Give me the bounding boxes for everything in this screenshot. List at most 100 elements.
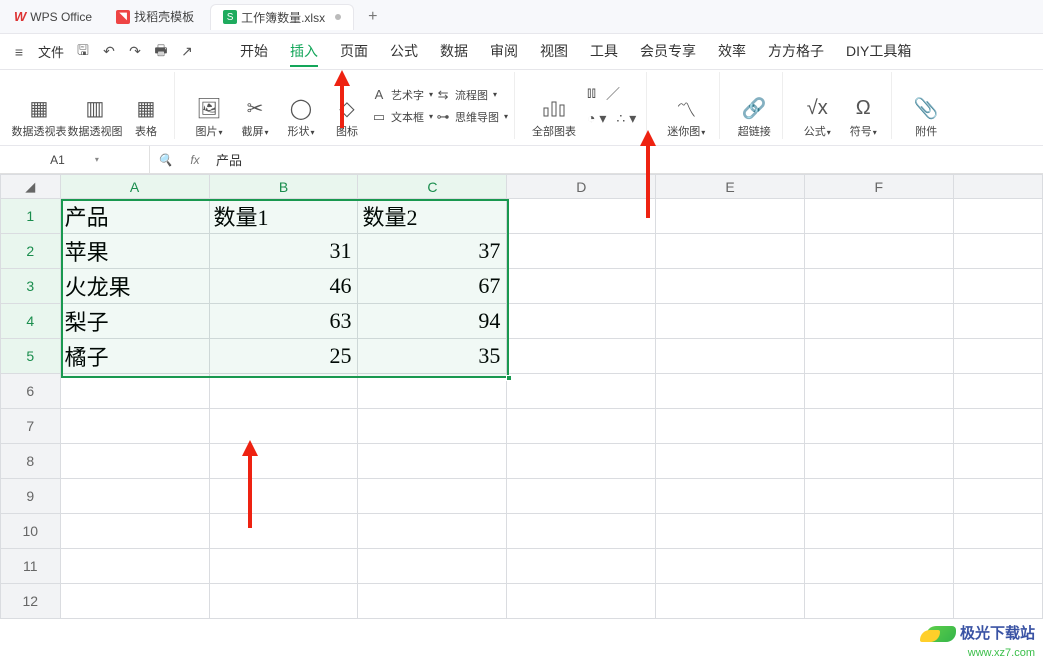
- cell[interactable]: [656, 549, 805, 584]
- pivot-chart-button[interactable]: ▥ 数据透视图: [68, 96, 122, 139]
- cell[interactable]: [804, 199, 953, 234]
- row-header-2[interactable]: 2: [1, 234, 61, 269]
- cell[interactable]: [656, 409, 805, 444]
- cell-A2[interactable]: 苹果: [60, 234, 209, 269]
- cell[interactable]: [507, 199, 656, 234]
- cell[interactable]: [507, 549, 656, 584]
- cell[interactable]: [656, 199, 805, 234]
- cell-B5[interactable]: 25: [209, 339, 358, 374]
- cell[interactable]: [953, 409, 1042, 444]
- all-charts-button[interactable]: 全部图表: [527, 96, 581, 139]
- cell[interactable]: [358, 374, 507, 409]
- cell-A3[interactable]: 火龙果: [60, 269, 209, 304]
- bar-chart-icon[interactable]: ⫾⫾: [587, 84, 596, 104]
- cell[interactable]: [953, 514, 1042, 549]
- cell[interactable]: [656, 339, 805, 374]
- col-header-A[interactable]: A: [60, 175, 209, 199]
- menu-ffgz[interactable]: 方方格子: [768, 37, 824, 67]
- tab-close-dot[interactable]: [335, 14, 341, 20]
- cell[interactable]: [60, 444, 209, 479]
- mindmap-button[interactable]: ⊶思维导图▾: [435, 109, 508, 125]
- menu-data[interactable]: 数据: [440, 37, 468, 67]
- cell[interactable]: [656, 234, 805, 269]
- screenshot-button[interactable]: ✂ 截屏▾: [233, 96, 277, 139]
- cell[interactable]: [953, 234, 1042, 269]
- shapes-button[interactable]: ◯ 形状▾: [279, 96, 323, 139]
- name-box[interactable]: A1 ▾: [0, 146, 150, 173]
- cell[interactable]: [804, 234, 953, 269]
- cell[interactable]: [953, 339, 1042, 374]
- cell[interactable]: [507, 269, 656, 304]
- cell-C3[interactable]: 67: [358, 269, 507, 304]
- cell[interactable]: [804, 409, 953, 444]
- sparkline-button[interactable]: 〽 迷你图▾: [659, 96, 713, 139]
- picture-button[interactable]: 🖼 图片▾: [187, 96, 231, 139]
- cell-B2[interactable]: 31: [209, 234, 358, 269]
- symbol-button[interactable]: Ω 符号▾: [841, 96, 885, 139]
- cell[interactable]: [60, 549, 209, 584]
- flowchart-button[interactable]: ⇆流程图▾: [435, 87, 497, 103]
- cell[interactable]: [60, 514, 209, 549]
- line-chart-icon[interactable]: ／: [606, 84, 620, 104]
- row-header-6[interactable]: 6: [1, 374, 61, 409]
- row-header-12[interactable]: 12: [1, 584, 61, 619]
- col-header-F[interactable]: F: [804, 175, 953, 199]
- icon-button[interactable]: ◇ 图标: [325, 96, 369, 139]
- cell[interactable]: [953, 479, 1042, 514]
- cell-C1[interactable]: 数量2: [358, 199, 507, 234]
- cell[interactable]: [358, 549, 507, 584]
- row-header-11[interactable]: 11: [1, 549, 61, 584]
- name-box-dropdown-icon[interactable]: ▾: [95, 155, 99, 164]
- cell[interactable]: [804, 514, 953, 549]
- cell[interactable]: [953, 304, 1042, 339]
- cell[interactable]: [953, 584, 1042, 619]
- menu-eff[interactable]: 效率: [718, 37, 746, 67]
- redo-icon[interactable]: ↷: [122, 39, 148, 65]
- pie-chart-icon[interactable]: ◔ ▾: [587, 110, 606, 127]
- cell-B3[interactable]: 46: [209, 269, 358, 304]
- cell[interactable]: [804, 269, 953, 304]
- cell[interactable]: [656, 444, 805, 479]
- table-button[interactable]: ▦ 表格: [124, 96, 168, 139]
- row-header-10[interactable]: 10: [1, 514, 61, 549]
- cell[interactable]: [804, 549, 953, 584]
- cell[interactable]: [358, 584, 507, 619]
- cell-A1[interactable]: 产品: [60, 199, 209, 234]
- cell-A5[interactable]: 橘子: [60, 339, 209, 374]
- cell[interactable]: [507, 479, 656, 514]
- scatter-chart-icon[interactable]: ∴ ▾: [616, 110, 636, 127]
- cell[interactable]: [953, 269, 1042, 304]
- col-header-E[interactable]: E: [656, 175, 805, 199]
- cell-C4[interactable]: 94: [358, 304, 507, 339]
- cell[interactable]: [804, 584, 953, 619]
- menu-tools[interactable]: 工具: [590, 37, 618, 67]
- menu-insert[interactable]: 插入: [290, 37, 318, 67]
- cell[interactable]: [804, 304, 953, 339]
- menu-view[interactable]: 视图: [540, 37, 568, 67]
- pivot-table-button[interactable]: ▦ 数据透视表: [12, 96, 66, 139]
- row-header-9[interactable]: 9: [1, 479, 61, 514]
- col-header-G[interactable]: [953, 175, 1042, 199]
- spreadsheet-grid[interactable]: ◢ A B C D E F 1 产品 数量1 数量2 2 苹果 31 37 3 …: [0, 174, 1043, 619]
- col-header-C[interactable]: C: [358, 175, 507, 199]
- cell[interactable]: [60, 409, 209, 444]
- add-tab-button[interactable]: +: [358, 8, 387, 26]
- save-icon[interactable]: 🖫: [70, 39, 96, 65]
- cell[interactable]: [953, 374, 1042, 409]
- menu-diy[interactable]: DIY工具箱: [846, 37, 911, 67]
- cell[interactable]: [507, 584, 656, 619]
- cell[interactable]: [656, 374, 805, 409]
- cell[interactable]: [953, 199, 1042, 234]
- cell[interactable]: [209, 514, 358, 549]
- row-header-5[interactable]: 5: [1, 339, 61, 374]
- wordart-button[interactable]: A艺术字▾: [371, 87, 433, 103]
- hyperlink-button[interactable]: 🔗 超链接: [732, 96, 776, 139]
- cell[interactable]: [804, 339, 953, 374]
- print-icon[interactable]: 🖶: [148, 39, 174, 65]
- cell[interactable]: [358, 514, 507, 549]
- cell[interactable]: [358, 409, 507, 444]
- cell[interactable]: [656, 514, 805, 549]
- cell[interactable]: [209, 479, 358, 514]
- cell[interactable]: [507, 304, 656, 339]
- col-header-D[interactable]: D: [507, 175, 656, 199]
